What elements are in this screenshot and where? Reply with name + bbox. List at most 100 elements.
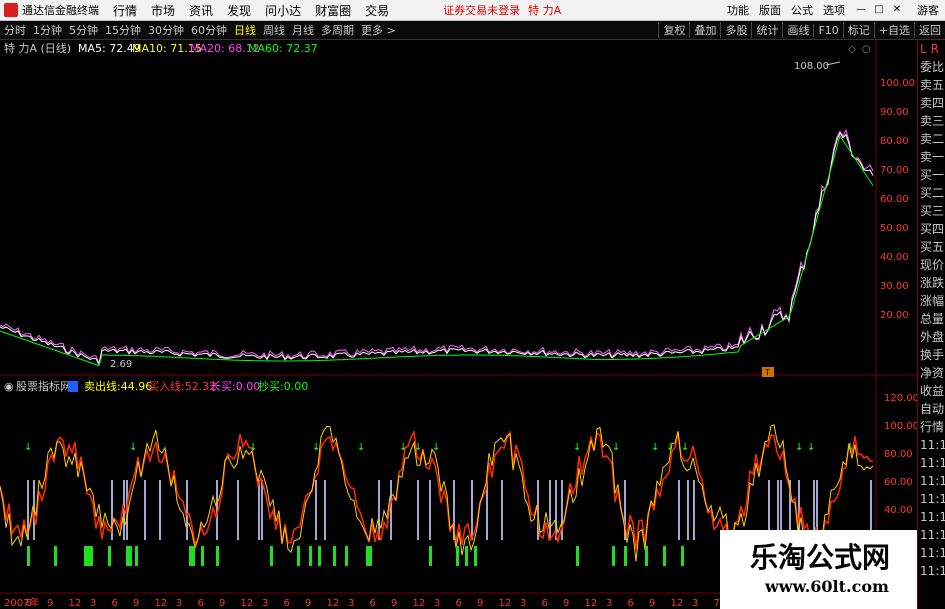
panel-item: 净资 [920,366,945,380]
arrow-down-icon: ↓ [573,442,581,453]
panel-item: 卖五 [920,78,945,92]
signal-bar [345,546,348,566]
panel-item: 外盘 [920,330,945,344]
maximize-icon[interactable]: □ [873,4,885,16]
indicator-name[interactable]: 股票指标网 [16,379,71,393]
signal-bar [318,546,321,566]
indicator-bar [315,480,317,540]
menu-layout[interactable]: 版面 [759,2,781,18]
menu-item-wealth[interactable]: 财富圈 [315,2,351,19]
panel-item: 换手 [920,348,945,362]
watermark: 乐淘公式网 www.60lt.com [720,530,917,609]
guest-user[interactable]: 游客 [917,2,939,18]
back-button[interactable]: 返回 [914,22,945,38]
arrow-down-icon: ↓ [651,442,659,453]
panel-item: 行情 [920,420,945,434]
indicator-bottom: 抄买:0.00 [258,379,308,393]
circle-icon[interactable]: ○ [862,44,871,55]
current-stock: 特 力A [528,4,562,17]
add-watchlist-button[interactable]: +自选 [873,22,914,38]
signal-bar [309,546,312,566]
period-1min[interactable]: 1分钟 [33,22,62,38]
signal-bar [429,546,432,566]
period-monthly[interactable]: 月线 [292,22,314,38]
x-tick: 6 [26,598,32,609]
arrow-down-icon: ↓ [312,442,320,453]
minimize-icon[interactable]: — [855,4,867,16]
overlay-button[interactable]: 叠加 [689,22,720,38]
arrow-down-icon: ↓ [846,442,854,453]
menu-item-quotes[interactable]: 行情 [113,2,137,19]
arrow-down-icon: ↓ [414,442,422,453]
menu-item-ask[interactable]: 问小达 [265,2,301,19]
period-15min[interactable]: 15分钟 [105,22,141,38]
panel-item: 11:1 [920,528,945,542]
menu-function[interactable]: 功能 [727,2,749,18]
multi-stock-button[interactable]: 多股 [720,22,751,38]
panel-item: 买二 [920,186,945,200]
signal-bar [645,546,648,566]
panel-item: 卖四 [920,96,945,110]
panel-item: 11:1 [920,510,945,524]
diamond-icon[interactable]: ◇ [848,44,856,55]
adjust-button[interactable]: 复权 [658,22,689,38]
x-tick: 12 [241,598,254,609]
signal-bar [135,546,138,566]
close-icon[interactable]: ✕ [891,4,903,16]
menu-options[interactable]: 选项 [823,2,845,18]
x-tick: 3 [262,598,268,609]
indicator-bar [471,480,473,540]
signal-bar [108,546,111,566]
signal-bar [297,546,300,566]
period-weekly[interactable]: 周线 [263,22,285,38]
signal-bar [465,546,468,566]
period-more[interactable]: 更多 > [361,22,396,38]
period-5min[interactable]: 5分钟 [69,22,98,38]
panel-item: 11:1 [920,474,945,488]
login-notice[interactable]: 证券交易未登录 [443,2,520,18]
signal-bar [681,546,684,566]
x-tick: 6 [284,598,290,609]
y-tick: 50.00 [880,223,909,234]
stats-button[interactable]: 统计 [751,22,782,38]
price-line [0,128,874,366]
menu-item-news[interactable]: 资讯 [189,2,213,19]
x-tick: 6 [456,598,462,609]
menu-item-trade[interactable]: 交易 [365,2,389,19]
f10-button[interactable]: F10 [813,23,842,37]
panel-tab[interactable]: L R [918,40,945,58]
signal-bar [456,546,459,566]
period-timeshare[interactable]: 分时 [4,22,26,38]
menu-item-market[interactable]: 市场 [151,2,175,19]
draw-button[interactable]: 画线 [782,22,813,38]
mark-button[interactable]: 标记 [842,22,874,38]
indicator-bar [693,480,695,540]
kline-chart[interactable]: 特 力A (日线) MA5: 72.49 MA10: 71.15 MA20: 6… [0,40,917,609]
y-tick: 60.00 [884,477,913,488]
menu-item-discover[interactable]: 发现 [227,2,251,19]
x-tick: 3 [692,598,698,609]
arrow-down-icon: ↓ [681,442,689,453]
signal-bar [270,546,273,566]
x-tick: 9 [391,598,397,609]
y-tick: 100.00 [880,78,915,89]
x-tick: 6 [112,598,118,609]
indicator-buy: 买入线:52.32 [148,379,216,393]
period-multi[interactable]: 多周期 [321,22,354,38]
arrow-down-icon: ↓ [24,442,32,453]
panel-item: 卖三 [920,114,945,128]
signal-bar [474,546,477,566]
signal-bar [129,546,132,566]
period-daily[interactable]: 日线 [234,22,256,38]
menu-formula[interactable]: 公式 [791,2,813,18]
signal-bar [216,546,219,566]
arrow-down-icon: ↓ [795,442,803,453]
period-30min[interactable]: 30分钟 [148,22,184,38]
signal-bar [663,546,666,566]
y-tick: 40.00 [880,252,909,263]
indicator-sell: 卖出线:44.96 [84,379,152,393]
y-tick: 80.00 [884,449,913,460]
arrow-down-icon: ↓ [357,442,365,453]
panel-item: 11:1 [920,546,945,560]
period-60min[interactable]: 60分钟 [191,22,227,38]
